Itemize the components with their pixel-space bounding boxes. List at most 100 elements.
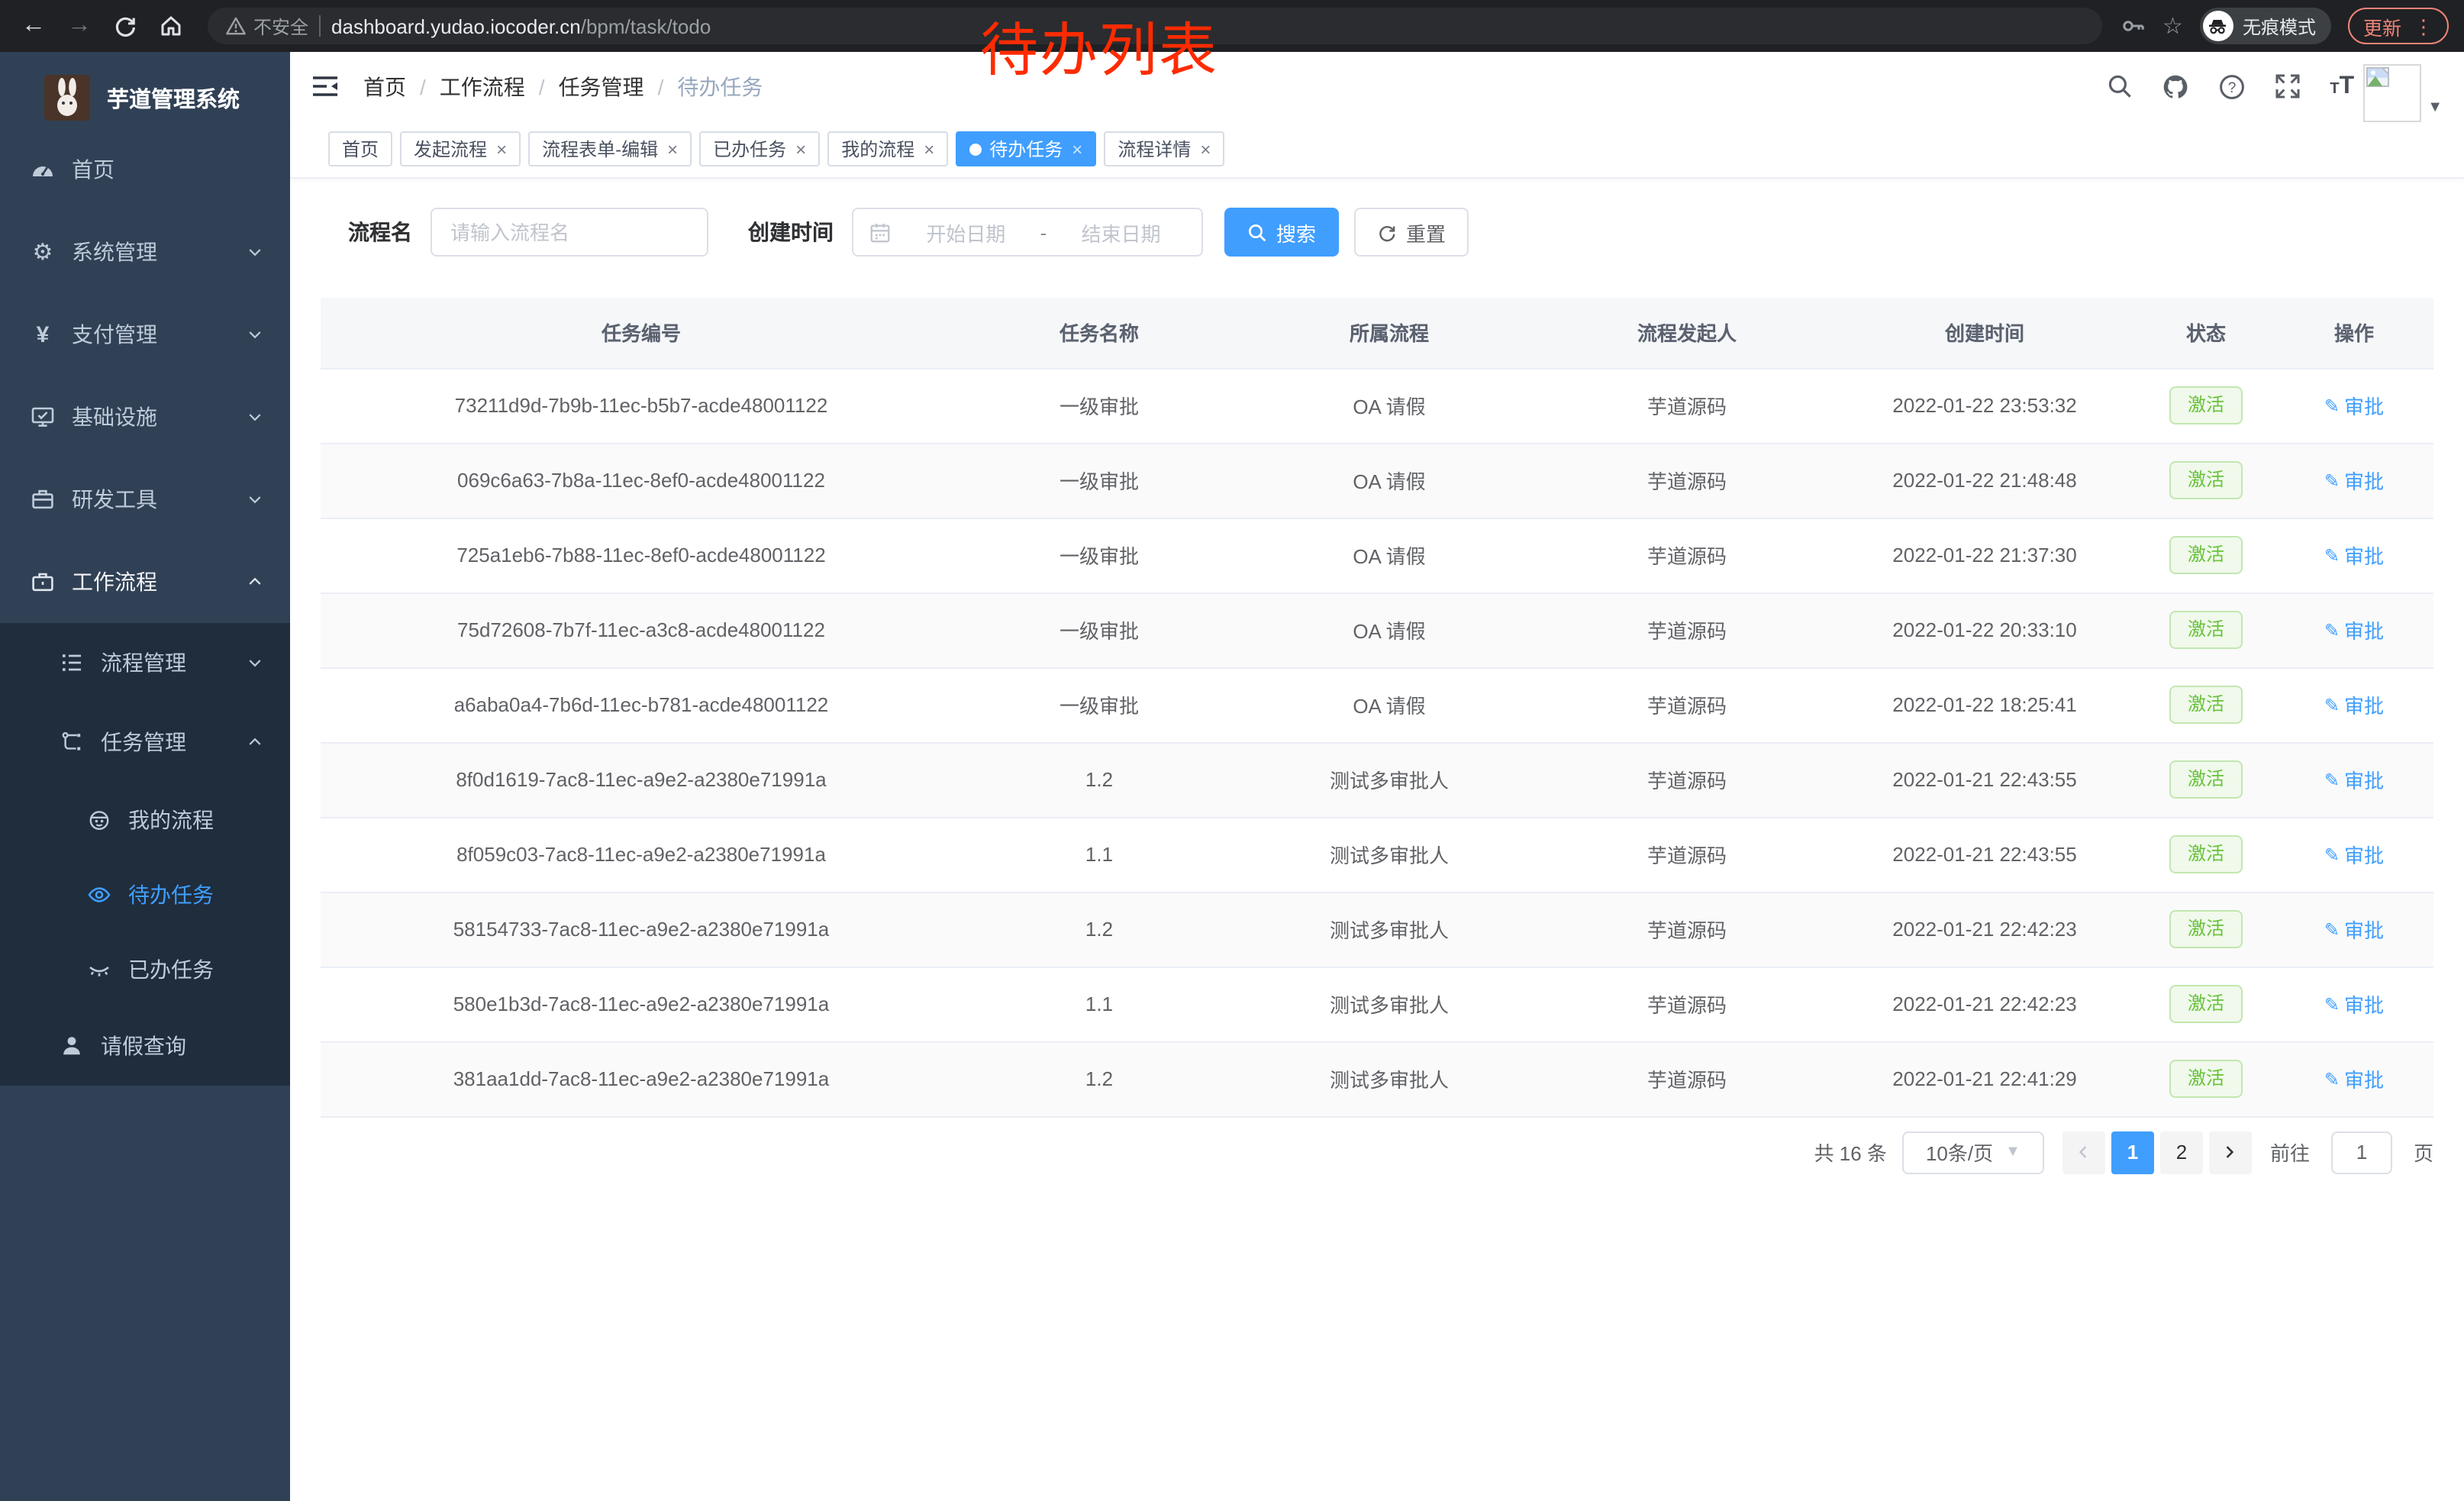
view-tab[interactable]: 首页 [328, 131, 392, 166]
sidebar-item-home[interactable]: 首页 [0, 128, 290, 211]
sidebar-item-label: 已办任务 [128, 954, 214, 984]
next-page-button[interactable] [2209, 1131, 2252, 1173]
back-icon[interactable]: ← [15, 8, 52, 44]
pencil-icon: ✎ [2324, 619, 2340, 641]
col-create-time: 创建时间 [1832, 298, 2137, 368]
create-time-label: 创建时间 [748, 217, 834, 247]
page-button-2[interactable]: 2 [2160, 1131, 2203, 1173]
sidebar-item-system[interactable]: ⚙ 系统管理 [0, 211, 290, 293]
avatar-caret-icon[interactable]: ▼ [2427, 99, 2443, 116]
main-panel: 首页 / 工作流程 / 任务管理 / 待办任务 ? TT [290, 52, 2464, 1501]
forward-icon[interactable]: → [61, 8, 98, 44]
view-tab[interactable]: 发起流程 × [400, 131, 521, 166]
header-icons: ? TT [2107, 73, 2354, 100]
view-tab[interactable]: 已办任务 × [699, 131, 820, 166]
approve-link[interactable]: ✎审批 [2324, 840, 2384, 869]
cell-initiator: 芋道源码 [1542, 967, 1832, 1041]
fullscreen-icon[interactable] [2275, 73, 2301, 99]
cell-process: 测试多审批人 [1237, 892, 1542, 967]
sidebar-item-infrastructure[interactable]: 基础设施 [0, 376, 290, 458]
sidebar: 芋道管理系统 首页 ⚙ 系统管理 ¥ 支付管理 [0, 52, 290, 1501]
view-tab[interactable]: 流程表单-编辑 × [528, 131, 692, 166]
tab-close-icon[interactable]: × [496, 140, 507, 158]
prev-page-button[interactable] [2062, 1131, 2105, 1173]
view-tab[interactable]: 待办任务 × [956, 131, 1096, 166]
approve-link[interactable]: ✎审批 [2324, 989, 2384, 1018]
github-icon[interactable] [2162, 73, 2189, 100]
chrome-right-controls: ☆ 无痕模式 更新 ⋮ [2120, 8, 2449, 44]
view-tab[interactable]: 我的流程 × [827, 131, 948, 166]
approve-link[interactable]: ✎审批 [2324, 915, 2384, 944]
sidebar-item-process-management[interactable]: 流程管理 [0, 623, 290, 702]
reset-button[interactable]: 重置 [1354, 208, 1469, 257]
search-button[interactable]: 搜索 [1224, 208, 1339, 257]
tab-close-icon[interactable]: × [667, 140, 678, 158]
tab-close-icon[interactable]: × [924, 140, 934, 158]
view-tab[interactable]: 流程详情 × [1104, 131, 1224, 166]
gear-icon: ⚙ [31, 240, 55, 263]
security-warning-icon[interactable]: 不安全 [226, 13, 308, 39]
cell-create-time: 2022-01-22 21:48:48 [1832, 443, 2137, 518]
pencil-icon: ✎ [2324, 769, 2340, 790]
col-action: 操作 [2275, 298, 2433, 368]
cell-initiator: 芋道源码 [1542, 892, 1832, 967]
sidebar-item-done-tasks[interactable]: 已办任务 [0, 931, 290, 1006]
pagination-total: 共 16 条 [1814, 1138, 1887, 1167]
tabs-bar: 首页 发起流程 × 流程表单-编辑 × 已办任务 × 我的流程 × 待办任务 ×… [290, 121, 2464, 179]
chevron-up-icon [246, 733, 264, 751]
font-size-icon[interactable]: TT [2330, 73, 2354, 100]
cell-task-name: 1.2 [962, 1041, 1237, 1116]
tab-close-icon[interactable]: × [1072, 140, 1082, 158]
goto-page-input[interactable] [2331, 1131, 2392, 1173]
sidebar-item-my-process[interactable]: 我的流程 [0, 782, 290, 857]
approve-link[interactable]: ✎审批 [2324, 1064, 2384, 1093]
tab-close-icon[interactable]: × [1200, 140, 1211, 158]
workflow-submenu: 流程管理 任务管理 我的流程 [0, 623, 290, 1086]
approve-link[interactable]: ✎审批 [2324, 615, 2384, 644]
breadcrumb-home[interactable]: 首页 [363, 71, 406, 102]
search-icon[interactable] [2107, 73, 2133, 99]
sidebar-item-dev-tools[interactable]: 研发工具 [0, 458, 290, 541]
key-icon[interactable] [2120, 14, 2146, 38]
task-table-body: 73211d9d-7b9b-11ec-b5b7-acde48001122 一级审… [321, 368, 2433, 1116]
browser-update-button[interactable]: 更新 ⋮ [2348, 8, 2449, 44]
sidebar-item-payment[interactable]: ¥ 支付管理 [0, 293, 290, 376]
process-name-input[interactable] [431, 208, 708, 257]
avatar[interactable] [2363, 64, 2421, 122]
page-size-select[interactable]: 10条/页 ▼ [1902, 1131, 2044, 1173]
help-icon[interactable]: ? [2218, 73, 2246, 100]
chevron-down-icon: ▼ [2005, 1144, 2021, 1160]
sidebar-collapse-icon[interactable] [311, 75, 339, 98]
start-date-placeholder[interactable]: 开始日期 [901, 218, 1031, 247]
approve-link[interactable]: ✎审批 [2324, 391, 2384, 420]
page-button-1[interactable]: 1 [2111, 1131, 2154, 1173]
end-date-placeholder[interactable]: 结束日期 [1056, 218, 1186, 247]
date-range-picker[interactable]: 开始日期 - 结束日期 [852, 208, 1203, 257]
tab-close-icon[interactable]: × [795, 140, 806, 158]
status-badge: 激活 [2169, 686, 2243, 724]
app-title: 芋道管理系统 [107, 82, 240, 114]
kebab-menu-icon[interactable]: ⋮ [2414, 16, 2433, 36]
sidebar-item-todo-tasks[interactable]: 待办任务 [0, 857, 290, 931]
cell-action: ✎审批 [2275, 967, 2433, 1041]
approve-link[interactable]: ✎审批 [2324, 690, 2384, 719]
pagination: 共 16 条 10条/页 ▼ 1 2 前往 页 [321, 1131, 2433, 1173]
sidebar-item-leave-query[interactable]: 请假查询 [0, 1006, 290, 1086]
task-table-header: 任务编号 任务名称 所属流程 流程发起人 创建时间 状态 操作 [321, 298, 2433, 368]
approve-link[interactable]: ✎审批 [2324, 466, 2384, 495]
incognito-badge[interactable]: 无痕模式 [2200, 8, 2331, 44]
sidebar-item-workflow[interactable]: 工作流程 [0, 541, 290, 623]
reload-icon[interactable] [107, 8, 144, 44]
bookmark-star-icon[interactable]: ☆ [2162, 12, 2183, 40]
chevron-down-icon [246, 408, 264, 426]
sidebar-item-label: 任务管理 [101, 727, 186, 757]
breadcrumb-workflow[interactable]: 工作流程 [440, 71, 525, 102]
cell-action: ✎审批 [2275, 1041, 2433, 1116]
cell-task-id: 381aa1dd-7ac8-11ec-a9e2-a2380e71991a [321, 1041, 962, 1116]
breadcrumb-task-management[interactable]: 任务管理 [559, 71, 644, 102]
home-icon[interactable] [153, 8, 189, 44]
pencil-icon: ✎ [2324, 1068, 2340, 1089]
approve-link[interactable]: ✎审批 [2324, 541, 2384, 570]
sidebar-item-task-management[interactable]: 任务管理 [0, 702, 290, 782]
approve-link[interactable]: ✎审批 [2324, 765, 2384, 794]
